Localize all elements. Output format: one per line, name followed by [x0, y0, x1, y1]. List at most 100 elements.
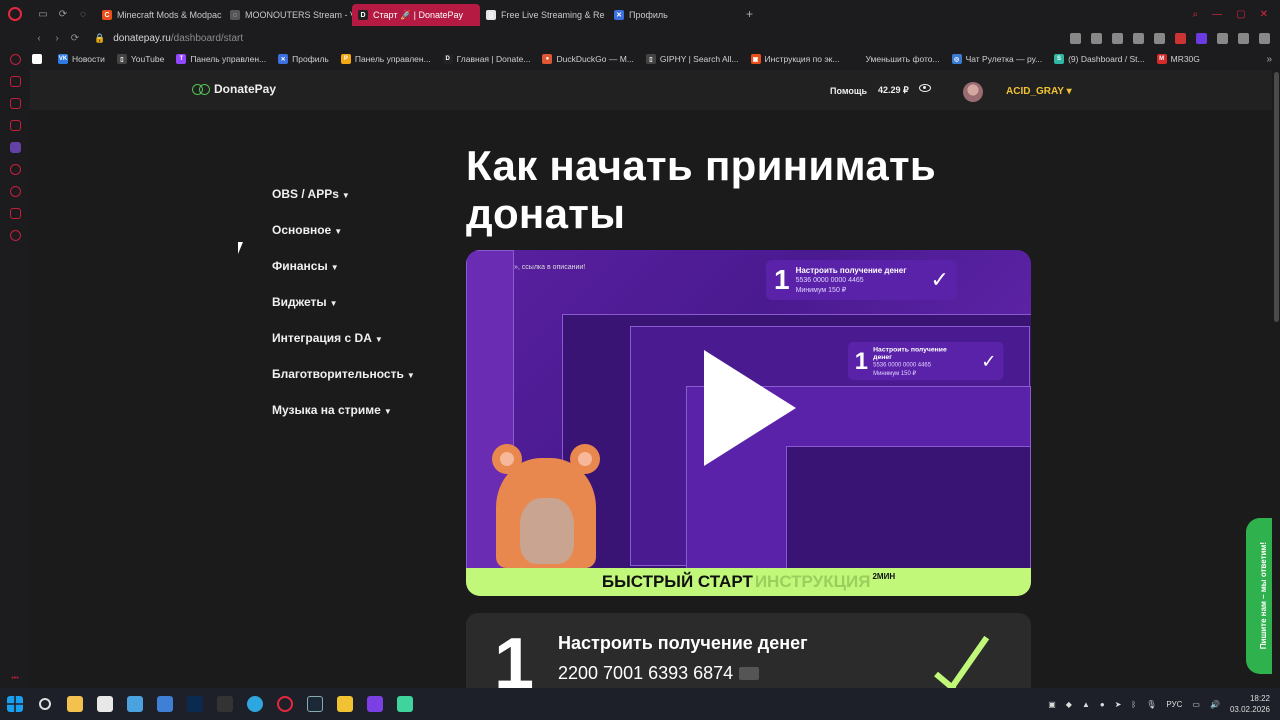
- player-icon[interactable]: [9, 164, 21, 175]
- browser-tab[interactable]: D Старт 🚀 | DonatePay: [352, 4, 480, 26]
- restore-button[interactable]: ▢: [1236, 9, 1245, 20]
- menu-item[interactable]: Виджеты ▼: [272, 295, 415, 331]
- tray-volume-icon[interactable]: 🔊: [1210, 700, 1220, 709]
- extensions-sidebar-icon[interactable]: [9, 208, 21, 219]
- address-bar: ‹ › ⟳ 🔒 donatepay.ru/dashboard/start: [0, 28, 1280, 48]
- bookmark-item[interactable]: ● DuckDuckGo — M...: [542, 54, 634, 64]
- store-icon[interactable]: [90, 688, 120, 720]
- scrollbar[interactable]: [1272, 70, 1280, 688]
- reload-tab-icon[interactable]: ⟳: [56, 7, 70, 21]
- video-step-card: 1 Настроить получение денег 5536 0000 00…: [766, 260, 957, 300]
- tray-telegram-icon[interactable]: ➤: [1115, 700, 1122, 709]
- bookmark-item[interactable]: Ⓒ: [32, 54, 46, 64]
- tray-nvidia-icon[interactable]: ▣: [1048, 700, 1056, 709]
- browser-tab[interactable]: ✕ Профиль: [608, 4, 736, 26]
- close-window-button[interactable]: ✕: [1260, 9, 1268, 20]
- tray-steam-icon[interactable]: ●: [1100, 700, 1105, 709]
- eye-icon[interactable]: [919, 84, 931, 92]
- settings-icon[interactable]: [9, 230, 21, 241]
- tray-bluetooth-icon[interactable]: ᛒ: [1131, 700, 1136, 709]
- bookmark-item[interactable]: VK Новости: [58, 54, 105, 64]
- history-icon[interactable]: [9, 186, 21, 197]
- menu-icon[interactable]: [1259, 32, 1270, 44]
- bookmark-item[interactable]: ✕ Профиль: [278, 54, 329, 64]
- help-link[interactable]: Помощь: [830, 86, 867, 96]
- bookmark-icon[interactable]: [1070, 32, 1081, 44]
- avatar[interactable]: [963, 82, 983, 102]
- clock[interactable]: 18:22 03.02.2026: [1230, 693, 1270, 715]
- download-icon[interactable]: [1238, 32, 1249, 44]
- file-explorer-icon[interactable]: [60, 688, 90, 720]
- bookmark-label: DuckDuckGo — M...: [556, 54, 634, 64]
- steam-icon[interactable]: [300, 688, 330, 720]
- photos-icon[interactable]: [150, 688, 180, 720]
- play-icon[interactable]: [1133, 32, 1144, 44]
- bookmark-item[interactable]: M MR30G: [1156, 54, 1200, 64]
- search-icon[interactable]: [30, 688, 60, 720]
- visual-studio-icon[interactable]: [360, 688, 390, 720]
- bookmark-item[interactable]: D Главная | Donate...: [442, 54, 530, 64]
- caret-down-icon: ▼: [334, 227, 343, 236]
- extensions-icon[interactable]: [1217, 32, 1228, 44]
- telegram-icon[interactable]: [240, 688, 270, 720]
- search-tabs-icon[interactable]: ⌕: [1193, 9, 1199, 20]
- messenger-icon[interactable]: [9, 98, 21, 109]
- bookmark-item[interactable]: ◎ Чат Рулетка — ру...: [951, 54, 1042, 64]
- start-button[interactable]: [0, 688, 30, 720]
- music-icon[interactable]: [9, 120, 21, 131]
- browser-tab[interactable]: C Minecraft Mods & Modpac: [96, 4, 224, 26]
- browser-tab[interactable]: ◌ MOONOUTERS Stream - V: [224, 4, 352, 26]
- tray-network-icon[interactable]: ▭: [1192, 700, 1200, 709]
- donatepay-logo[interactable]: DonatePay: [192, 82, 276, 96]
- aria-icon[interactable]: [9, 54, 21, 65]
- extension-purple-icon[interactable]: [1196, 32, 1207, 44]
- twitch-icon[interactable]: [9, 142, 21, 153]
- app-green-icon[interactable]: [390, 688, 420, 720]
- play-icon[interactable]: [704, 350, 796, 466]
- tray-app-icon[interactable]: ▲: [1082, 700, 1090, 709]
- menu-item[interactable]: Благотворительность ▼: [272, 367, 415, 403]
- reload-icon[interactable]: ⟳: [66, 33, 84, 44]
- heart-icon[interactable]: [1154, 32, 1165, 44]
- menu-item[interactable]: Интеграция с DA ▼: [272, 331, 415, 367]
- forward-icon[interactable]: ›: [48, 33, 66, 44]
- bookmark-item[interactable]: ▯ YouTube: [116, 54, 164, 64]
- snapshot-icon[interactable]: [1091, 32, 1102, 44]
- browser-tab[interactable]: ▯ Free Live Streaming & Re: [480, 4, 608, 26]
- app-h-icon[interactable]: [210, 688, 240, 720]
- bookmark-item[interactable]: Уменьшить фото...: [851, 54, 940, 64]
- new-tab-button[interactable]: +: [736, 7, 763, 21]
- back-icon[interactable]: ‹: [30, 33, 48, 44]
- photoshop-icon[interactable]: [180, 688, 210, 720]
- bookmark-label: Панель управлен...: [190, 54, 267, 64]
- bookmark-item[interactable]: P Панель управлен...: [340, 54, 431, 64]
- shield-icon[interactable]: [1112, 32, 1123, 44]
- bookmark-item[interactable]: ▯ GIPHY | Search All...: [645, 54, 739, 64]
- menu-item[interactable]: Финансы ▼: [272, 259, 415, 295]
- menu-item[interactable]: Основное ▼: [272, 223, 415, 259]
- sidebar-more-icon[interactable]: •••: [11, 675, 18, 682]
- bookmark-item[interactable]: S (9) Dashboard / St...: [1054, 54, 1145, 64]
- tab-islands-icon[interactable]: ▭: [36, 7, 50, 21]
- bookmarks-overflow-icon[interactable]: »: [1266, 54, 1280, 65]
- app-star-icon[interactable]: [330, 688, 360, 720]
- user-menu[interactable]: ACID_GRAY ▾: [1006, 86, 1072, 97]
- control-panel-icon[interactable]: [120, 688, 150, 720]
- menu-item[interactable]: OBS / APPs ▼: [272, 187, 415, 223]
- bookmark-item[interactable]: ▣ Инструкция по эк...: [750, 54, 839, 64]
- bookmark-item[interactable]: T Панель управлен...: [176, 54, 266, 64]
- url-field[interactable]: 🔒 donatepay.ru/dashboard/start: [94, 33, 243, 44]
- language-indicator[interactable]: РУС: [1166, 700, 1182, 709]
- menu-item-label: Интеграция с DA: [272, 331, 372, 345]
- opera-taskbar-icon[interactable]: [270, 688, 300, 720]
- tray-mic-icon[interactable]: 🎙: [1146, 700, 1156, 709]
- step-card[interactable]: 1 Настроить получение денег 2200 7001 63…: [466, 613, 1031, 688]
- menu-item[interactable]: Музыка на стриме ▼: [272, 403, 415, 439]
- video-player[interactable]: », ссылка в описании! 1 Настроить получе…: [466, 250, 1031, 596]
- scrollbar-thumb[interactable]: [1274, 72, 1279, 322]
- tray-app-icon[interactable]: ◆: [1066, 700, 1072, 709]
- minimize-button[interactable]: —: [1212, 9, 1222, 20]
- opera-logo-icon[interactable]: [0, 0, 30, 28]
- crypto-wallet-icon[interactable]: [9, 76, 21, 87]
- extension-red-icon[interactable]: [1175, 32, 1186, 44]
